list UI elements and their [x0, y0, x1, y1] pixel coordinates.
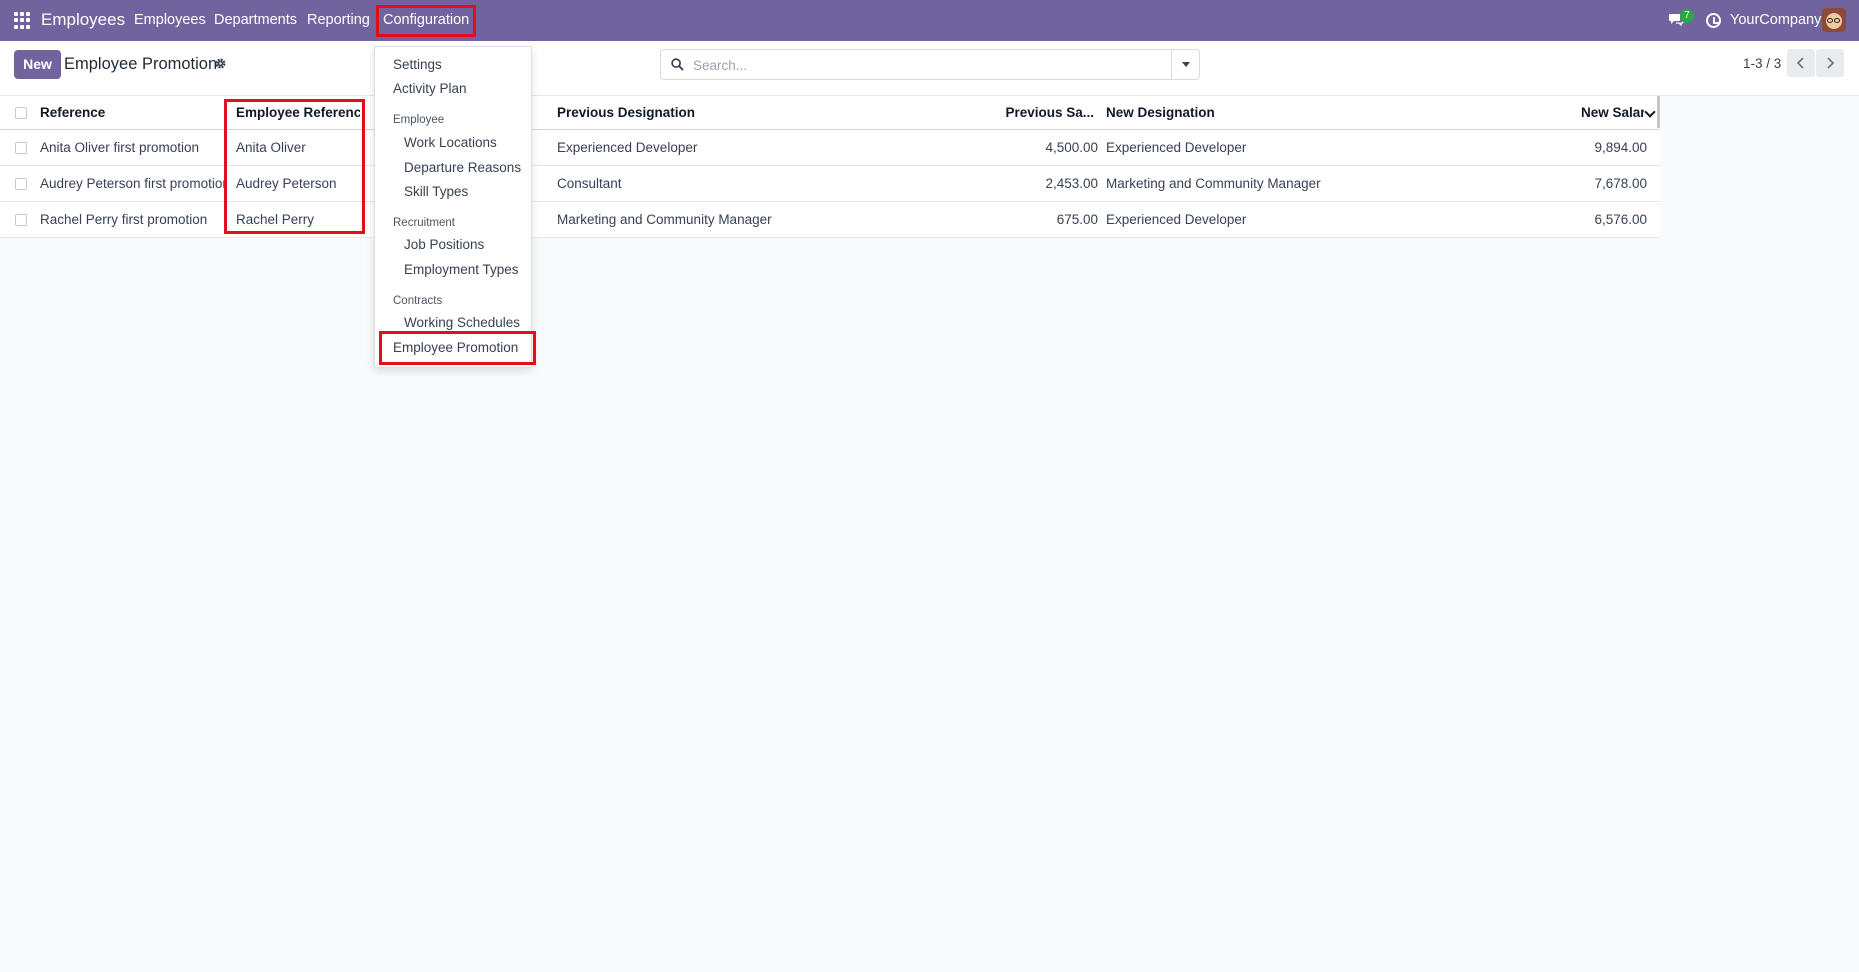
menu-item-job-positions[interactable]: Job Positions: [404, 237, 484, 252]
table-scrollbar[interactable]: [1657, 96, 1660, 128]
pager-next-button[interactable]: [1816, 49, 1844, 77]
cell-reference: Audrey Peterson first promotion: [40, 176, 224, 191]
new-button[interactable]: New: [14, 50, 61, 79]
top-navbar: Employees Employees Departments Reportin…: [0, 0, 1859, 41]
menu-item-activity-plan[interactable]: Activity Plan: [393, 81, 467, 96]
configuration-dropdown: Settings Activity Plan Employee Work Loc…: [374, 46, 532, 368]
search-icon: [671, 58, 684, 71]
highlight-configuration-box: [376, 5, 476, 37]
menu-section-recruitment: Recruitment: [393, 217, 455, 229]
message-count-badge: 7: [1680, 9, 1694, 23]
cell-previous-designation: Experienced Developer: [557, 140, 698, 155]
cell-previous-designation: Consultant: [557, 176, 622, 191]
menu-item-working-schedules[interactable]: Working Schedules: [404, 315, 520, 330]
activity-clock-icon[interactable]: [1706, 13, 1721, 28]
column-header-reference[interactable]: Reference: [40, 96, 220, 129]
menu-departments[interactable]: Departments: [214, 12, 297, 28]
cell-previous-designation: Marketing and Community Manager: [557, 212, 772, 227]
control-panel: New Employee Promotion 1-3 / 3: [0, 41, 1859, 96]
cell-previous-salary: 4,500.00: [1045, 140, 1098, 155]
menu-employees[interactable]: Employees: [134, 12, 206, 28]
cell-new-salary: 9,894.00: [1594, 140, 1647, 155]
column-header-new-salary[interactable]: New Salary: [1581, 96, 1644, 129]
menu-item-employment-types[interactable]: Employment Types: [404, 262, 519, 277]
row-checkbox[interactable]: [15, 141, 27, 154]
page-title[interactable]: Employee Promotion: [64, 55, 217, 74]
column-header-previous-salary[interactable]: Previous Sa...: [990, 96, 1094, 129]
chevron-right-icon: [1827, 57, 1835, 69]
cell-previous-salary: 675.00: [1056, 212, 1098, 227]
row-checkbox[interactable]: [15, 213, 27, 226]
company-switcher[interactable]: YourCompany: [1730, 12, 1821, 28]
select-all-checkbox[interactable]: [15, 106, 27, 119]
user-avatar[interactable]: [1822, 8, 1846, 32]
cell-previous-salary: 2,453.00: [1045, 176, 1098, 191]
cell-new-salary: 6,576.00: [1594, 212, 1647, 227]
column-header-new-designation[interactable]: New Designation: [1106, 96, 1406, 129]
cell-reference: Rachel Perry first promotion: [40, 212, 208, 227]
menu-item-settings[interactable]: Settings: [393, 57, 442, 72]
cell-new-designation: Experienced Developer: [1106, 140, 1247, 155]
column-header-previous-designation[interactable]: Previous Designation: [557, 96, 857, 129]
highlight-employee-reference-box: [224, 99, 365, 234]
pager-previous-button[interactable]: [1787, 49, 1815, 77]
menu-section-contracts: Contracts: [393, 295, 443, 307]
cell-reference: Anita Oliver first promotion: [40, 140, 200, 155]
chevron-left-icon: [1796, 57, 1804, 69]
cell-new-designation: Experienced Developer: [1106, 212, 1247, 227]
menu-item-skill-types[interactable]: Skill Types: [404, 184, 468, 199]
apps-grid-icon[interactable]: [14, 12, 31, 29]
sort-descending-icon[interactable]: [1644, 106, 1656, 118]
highlight-employee-promotion-box: [379, 331, 536, 365]
cell-new-designation: Marketing and Community Manager: [1106, 176, 1321, 191]
app-brand[interactable]: Employees: [41, 10, 125, 30]
search-options-toggle[interactable]: [1171, 49, 1200, 80]
menu-item-work-locations[interactable]: Work Locations: [404, 135, 497, 150]
menu-section-employee: Employee: [393, 114, 445, 126]
row-checkbox[interactable]: [15, 177, 27, 190]
gear-icon[interactable]: [214, 57, 227, 70]
search-input[interactable]: [693, 56, 1113, 74]
menu-reporting[interactable]: Reporting: [307, 12, 370, 28]
cell-new-salary: 7,678.00: [1594, 176, 1647, 191]
pager-value[interactable]: 1-3 / 3: [1743, 56, 1781, 71]
menu-item-departure-reasons[interactable]: Departure Reasons: [404, 160, 521, 175]
search-bar[interactable]: [660, 49, 1200, 80]
